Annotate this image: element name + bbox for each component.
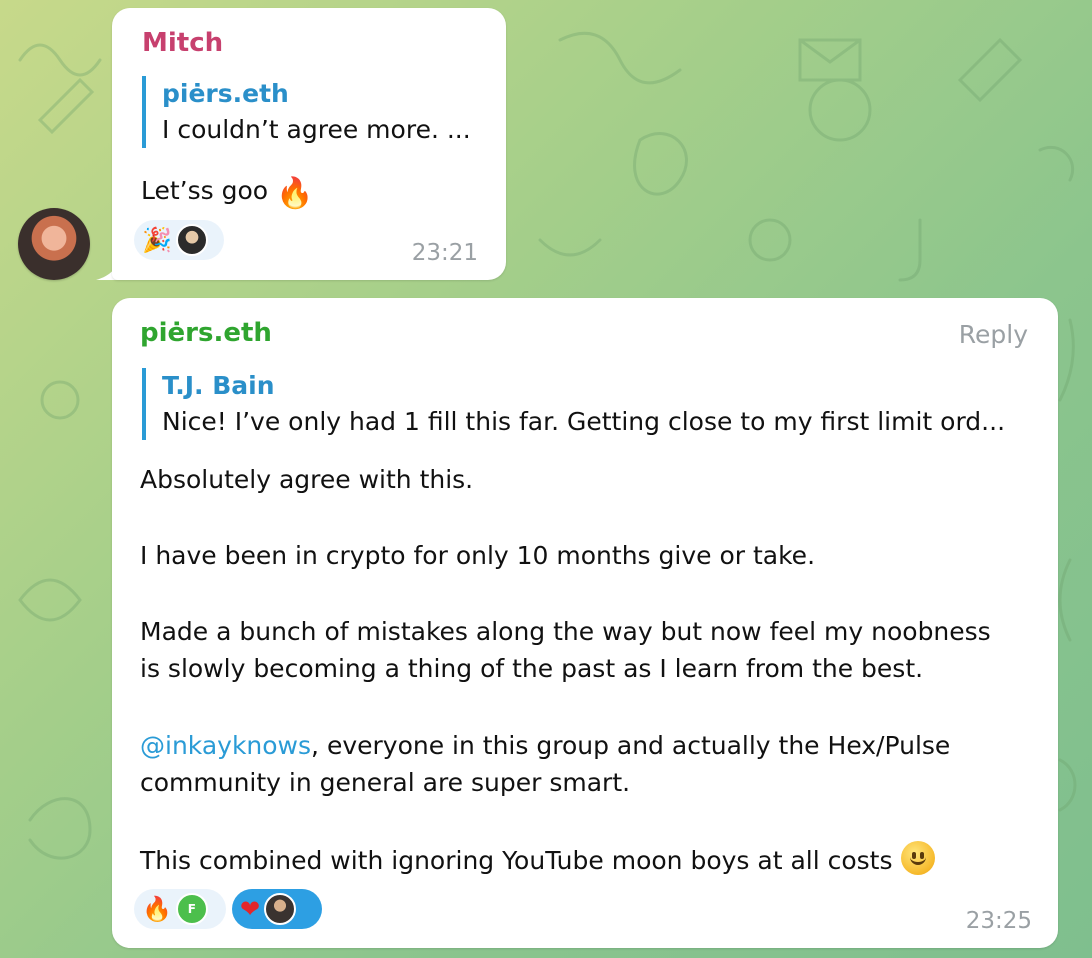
message-body: Let’ss goo <box>141 176 269 205</box>
message-bubble[interactable]: piėrs.eth Reply T.J. Bain Nice! I’ve onl… <box>112 298 1058 948</box>
message-body: This combined with ignoring YouTube moon… <box>140 846 893 875</box>
smiley-emoji-icon <box>900 841 935 875</box>
message-time: 23:21 <box>411 240 478 266</box>
message-text: Let’ss goo 🔥 <box>141 172 313 213</box>
quote-text: Nice! I’ve only had 1 fill this far. Get… <box>162 407 1006 436</box>
reactor-avatar: F <box>175 893 208 925</box>
party-popper-icon: 🎉 <box>142 226 172 254</box>
quote-author: piėrs.eth <box>162 79 289 108</box>
fire-icon: 🔥 <box>142 895 172 923</box>
quote-author: T.J. Bain <box>162 371 275 400</box>
mention-link[interactable]: @inkayknows <box>140 731 311 760</box>
heart-icon: ❤ <box>240 895 261 923</box>
sender-name[interactable]: Mitch <box>142 28 223 58</box>
reply-quote[interactable]: piėrs.eth I couldn’t agree more. ... <box>142 76 471 148</box>
message-paragraph: Absolutely agree with this. <box>140 465 474 494</box>
message-paragraph: is slowly becoming a thing of the past a… <box>140 654 924 683</box>
message-paragraph: @inkayknows, everyone in this group and … <box>140 727 950 765</box>
sender-name[interactable]: piėrs.eth <box>140 318 272 348</box>
reply-quote[interactable]: T.J. Bain Nice! I’ve only had 1 fill thi… <box>142 368 1005 440</box>
fire-emoji: 🔥 <box>276 176 314 211</box>
message-paragraph: community in general are super smart. <box>140 768 631 797</box>
message-paragraph: Made a bunch of mistakes along the way b… <box>140 617 991 646</box>
reply-button[interactable]: Reply <box>959 320 1028 349</box>
reactor-avatar <box>175 224 208 256</box>
message-bubble[interactable]: Mitch piėrs.eth I couldn’t agree more. .… <box>112 8 506 280</box>
message-paragraph: I have been in crypto for only 10 months… <box>140 541 816 570</box>
reaction-fire[interactable]: 🔥 F <box>134 889 226 929</box>
mitch-avatar[interactable] <box>18 208 90 280</box>
reactor-avatar <box>264 893 297 925</box>
reaction-heart[interactable]: ❤ <box>232 889 322 929</box>
quote-text: I couldn’t agree more. ... <box>162 115 471 144</box>
message-body: , everyone in this group and actually th… <box>311 731 951 760</box>
reaction-party-popper[interactable]: 🎉 <box>134 220 224 260</box>
message-time: 23:25 <box>965 908 1032 934</box>
message-paragraph: This combined with ignoring YouTube moon… <box>140 841 935 880</box>
